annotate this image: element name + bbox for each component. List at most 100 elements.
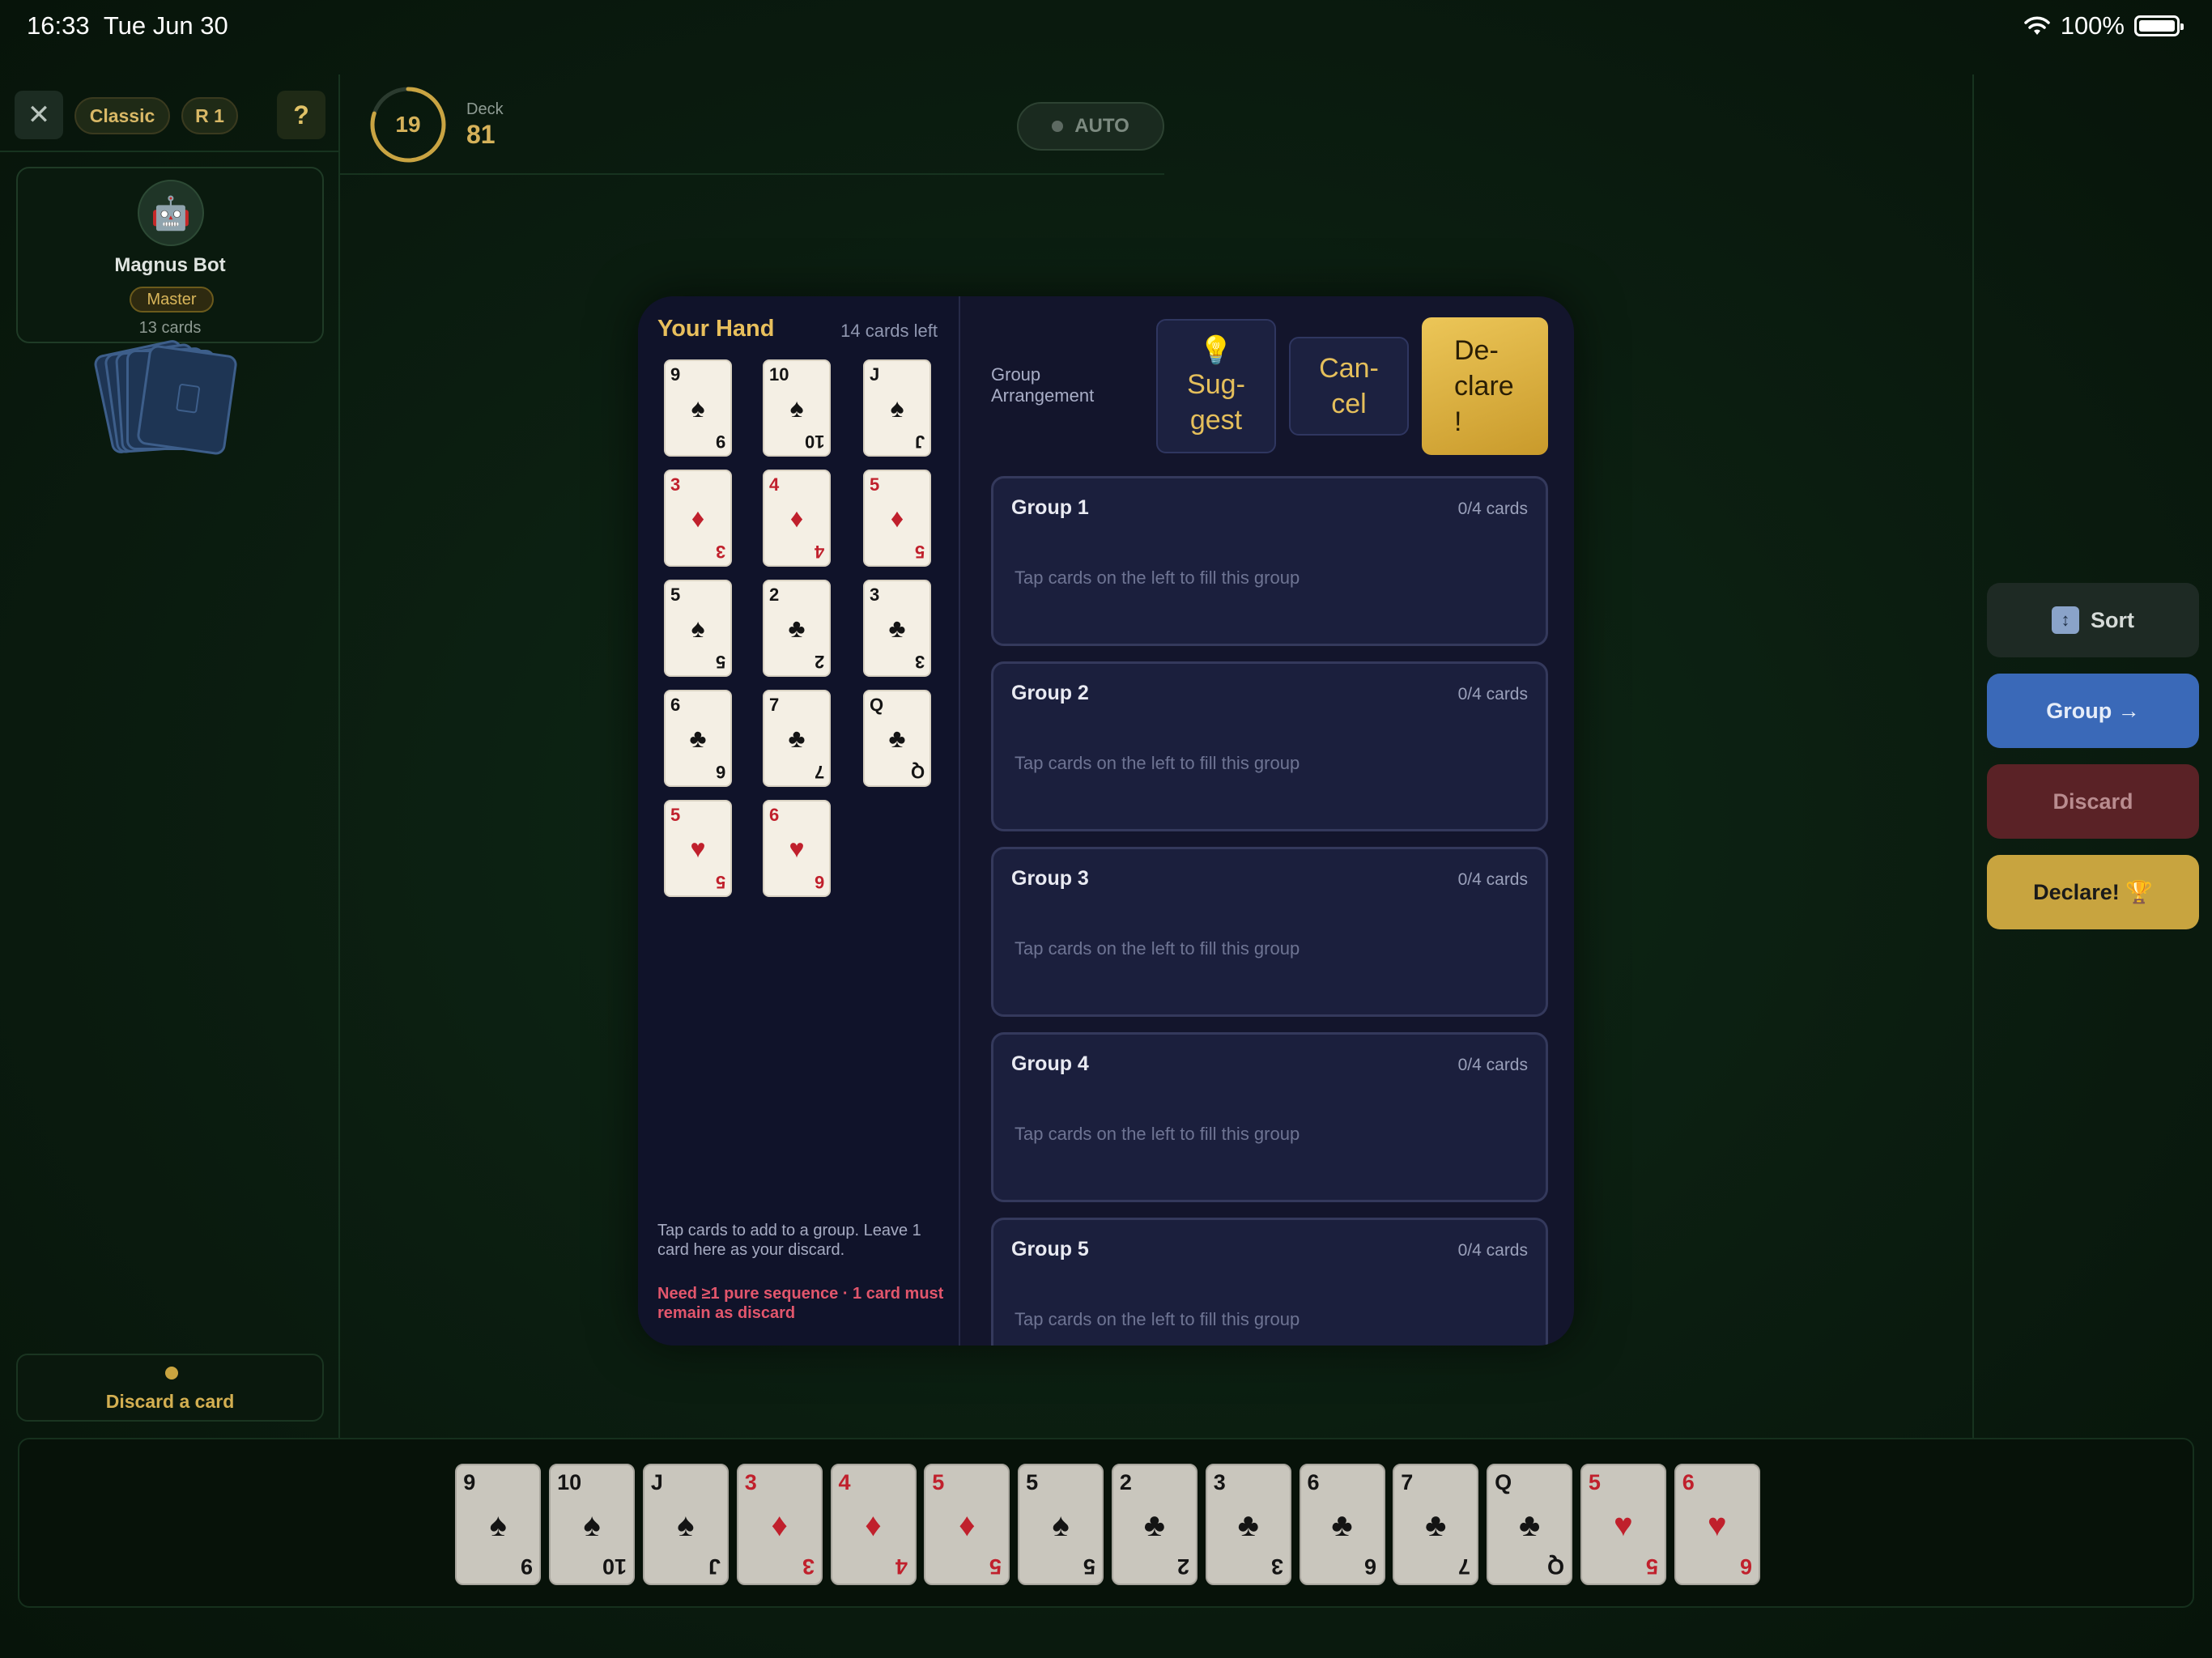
group-title: Group 3 (1011, 867, 1089, 890)
card-rank-inverted: 7 (814, 762, 824, 782)
suggest-button[interactable]: 💡 Sug- gest (1156, 319, 1276, 453)
group-card-count: 0/4 cards (1457, 870, 1528, 889)
playing-card[interactable]: 5 ♠ 5 (1018, 1464, 1104, 1585)
card-rank: 3 (1213, 1470, 1226, 1494)
card-rank-inverted: 4 (895, 1554, 908, 1579)
card-rank: 5 (670, 805, 681, 825)
playing-card[interactable]: 6 ♥ 6 (763, 800, 831, 897)
playing-card[interactable]: 5 ♦ 5 (863, 470, 931, 567)
card-rank-inverted: 5 (1083, 1554, 1096, 1579)
group-placeholder: Tap cards on the left to fill this group (1015, 1309, 1300, 1329)
playing-card[interactable]: 10 ♠ 10 (549, 1464, 636, 1585)
card-suit-icon: ♦ (771, 1507, 788, 1543)
playing-card[interactable]: 5 ♦ 5 (924, 1464, 1010, 1585)
group-button[interactable]: Group → (1987, 674, 2199, 748)
discard-button[interactable]: Discard (1987, 764, 2199, 839)
playing-card[interactable]: 2 ♣ 2 (1111, 1464, 1197, 1585)
playing-card[interactable]: 5 ♠ 5 (664, 580, 732, 677)
group-slot[interactable]: Group 4 0/4 cards Tap cards on the left to… (991, 1032, 1548, 1202)
modal-declare-button[interactable]: De- clare ! (1422, 317, 1548, 455)
card-rank-inverted: 4 (814, 542, 824, 562)
playing-card[interactable]: 9 ♠ 9 (455, 1464, 542, 1585)
playing-card[interactable]: 7 ♣ 7 (763, 690, 831, 787)
group-slot[interactable]: Group 1 0/4 cards Tap cards on the left to… (991, 476, 1548, 646)
card-suit-icon: ♥ (690, 834, 706, 863)
turn-timer: 19 (369, 86, 447, 164)
playing-card[interactable]: 4 ♦ 4 (830, 1464, 917, 1585)
playing-card[interactable]: 6 ♥ 6 (1674, 1464, 1760, 1585)
group-title: Group 1 (1011, 496, 1089, 519)
card-rank: 6 (769, 805, 780, 825)
playing-card[interactable]: 9 ♠ 9 (664, 359, 732, 457)
card-rank: 2 (769, 585, 780, 605)
card-rank-inverted: 6 (1739, 1554, 1752, 1579)
playing-card[interactable]: 6 ♣ 6 (1299, 1464, 1385, 1585)
top-controls: ✕ Classic R 1 ? (15, 91, 325, 142)
playing-card[interactable]: 10 ♠ 10 (763, 359, 831, 457)
opponent-card-count: 13 cards (138, 319, 202, 337)
playing-card[interactable]: 3 ♣ 3 (1205, 1464, 1291, 1585)
card-rank: 3 (670, 474, 681, 495)
mode-badge[interactable]: Classic (74, 97, 170, 134)
card-suit-icon: ♠ (1052, 1507, 1070, 1543)
card-rank: 10 (557, 1470, 582, 1494)
card-suit-icon: ♠ (789, 393, 804, 423)
group-placeholder: Tap cards on the left to fill this group (1015, 753, 1300, 773)
card-rank-inverted: 9 (715, 432, 725, 452)
card-rank-inverted: 3 (802, 1554, 815, 1579)
playing-card[interactable]: 4 ♦ 4 (763, 470, 831, 567)
deck-count: 81 (466, 120, 496, 149)
status-right: 100% (2023, 11, 2184, 40)
playing-card[interactable]: Q ♣ Q (863, 690, 931, 787)
card-rank: 9 (463, 1470, 476, 1494)
group-title: Group 2 (1011, 682, 1089, 704)
card-rank-inverted: J (914, 432, 925, 452)
card-suit-icon: ♥ (1614, 1507, 1633, 1543)
playing-card[interactable]: 7 ♣ 7 (1393, 1464, 1479, 1585)
card-suit-icon: ♦ (691, 504, 705, 533)
group-slot[interactable]: Group 5 0/4 cards Tap cards on the left to… (991, 1218, 1548, 1346)
opponent-card: 🤖 Magnus Bot Master 13 cards (16, 167, 324, 343)
card-suit-icon: ♣ (1143, 1507, 1166, 1543)
card-suit-icon: ♣ (1518, 1507, 1541, 1543)
playing-card[interactable]: 6 ♣ 6 (664, 690, 732, 787)
group-placeholder: Tap cards on the left to fill this group (1015, 568, 1300, 588)
playing-card[interactable]: Q ♣ Q (1487, 1464, 1573, 1585)
cancel-button[interactable]: Can- cel (1289, 337, 1409, 436)
card-rank-inverted: 3 (1270, 1554, 1283, 1579)
card-rank: 6 (1307, 1470, 1320, 1494)
card-rank-inverted: 9 (521, 1554, 534, 1579)
card-rank-inverted: 2 (1176, 1554, 1189, 1579)
close-button[interactable]: ✕ (15, 91, 63, 139)
auto-toggle[interactable]: AUTO (1017, 102, 1164, 151)
groups-list[interactable]: Group 1 0/4 cards Tap cards on the left to… (991, 476, 1550, 1346)
playing-card[interactable]: 3 ♣ 3 (863, 580, 931, 677)
sort-icon: ↕ (2052, 606, 2079, 634)
sort-button[interactable]: ↕ Sort (1987, 583, 2199, 657)
card-rank: 2 (1119, 1470, 1132, 1494)
playing-card[interactable]: 5 ♥ 5 (1580, 1464, 1666, 1585)
playing-card[interactable]: 3 ♦ 3 (736, 1464, 823, 1585)
playing-card[interactable]: J ♠ J (642, 1464, 729, 1585)
card-rank: 5 (1588, 1470, 1601, 1494)
suggest-label: Sug- gest (1187, 369, 1245, 436)
declare-button[interactable]: Declare! 🏆 (1987, 855, 2199, 929)
card-suit-icon: ♣ (788, 614, 806, 643)
wifi-icon (2023, 16, 2050, 35)
auto-label: AUTO (1074, 115, 1129, 137)
group-card-count: 0/4 cards (1457, 500, 1528, 518)
playing-card[interactable]: 2 ♣ 2 (763, 580, 831, 677)
top-bar: 19 Deck 81 AUTO (340, 74, 1164, 175)
playing-card[interactable]: 5 ♥ 5 (664, 800, 732, 897)
player-hand-tray: 9 ♠ 9 10 ♠ 10 J ♠ J 3 ♦ 3 4 ♦ 4 5 ♦ 5 5 ♠ 5 2 ♣ 2 3 ♣ 3 6 ♣ 6 7 ♣ 7 Q ♣ Q 5 ♥… (18, 1438, 2194, 1608)
card-rank-inverted: 6 (715, 762, 725, 782)
card-suit-icon: ♠ (583, 1507, 601, 1543)
group-slot[interactable]: Group 3 0/4 cards Tap cards on the left to… (991, 847, 1548, 1017)
playing-card[interactable]: 3 ♦ 3 (664, 470, 732, 567)
card-rank-inverted: J (708, 1554, 721, 1579)
group-slot[interactable]: Group 2 0/4 cards Tap cards on the left to… (991, 661, 1548, 831)
help-button[interactable]: ? (277, 91, 325, 139)
group-card-count: 0/4 cards (1457, 1241, 1528, 1260)
playing-card[interactable]: J ♠ J (863, 359, 931, 457)
timer-value: 19 (395, 112, 421, 137)
